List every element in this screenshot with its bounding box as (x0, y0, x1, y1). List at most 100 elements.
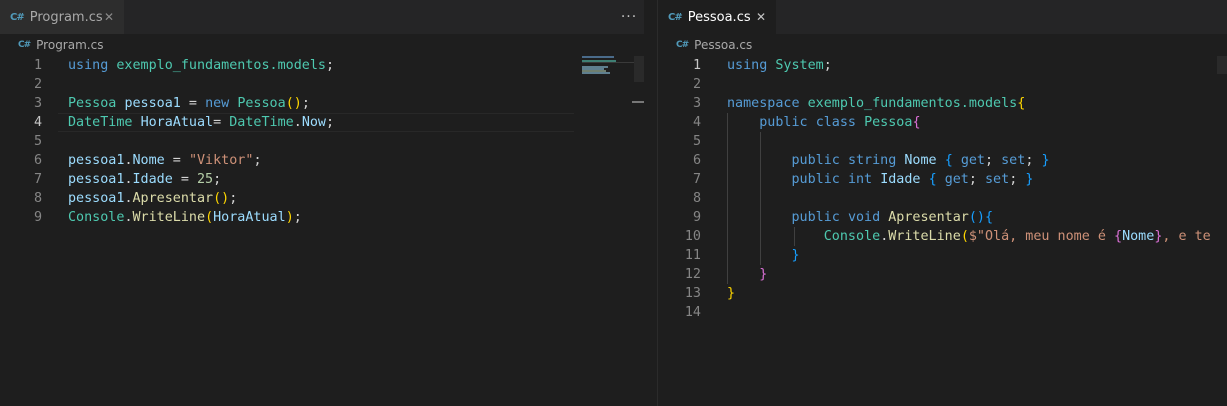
code-line[interactable]: 3 namespace exemplo_fundamentos.models{ (658, 94, 1227, 113)
code-token: ; (253, 153, 262, 168)
code-token: { (1114, 229, 1123, 244)
code-token: , e te (1162, 229, 1211, 244)
line-number: 4 (692, 115, 701, 130)
code-line[interactable]: 11 } (658, 246, 1227, 265)
code-token: Nome (132, 153, 165, 168)
code-token: () (213, 191, 230, 206)
code-line[interactable]: 2 (658, 75, 1227, 94)
code-token: ; (325, 58, 335, 73)
code-line[interactable]: 7 pessoa1.Idade = 25; (0, 170, 644, 189)
code-token: Nome (1122, 229, 1155, 244)
code-line[interactable]: 9 Console.WriteLine(HoraAtual); (0, 208, 644, 227)
code-line[interactable]: 9 public void Apresentar(){ (658, 208, 1227, 227)
breadcrumb-item-file[interactable]: Program.cs (36, 38, 103, 52)
code-line[interactable]: 2 (0, 75, 644, 94)
code-token: () (285, 96, 302, 111)
breadcrumb: C# Pessoa.cs (658, 34, 1227, 56)
code-text: } (727, 246, 800, 265)
code-token: . (124, 191, 133, 206)
code-line[interactable]: 1 using exemplo_fundamentos.models; (0, 56, 644, 75)
scrollbar-track[interactable] (634, 56, 644, 82)
code-line[interactable]: 14 (658, 303, 1227, 322)
csharp-file-icon: C# (676, 40, 689, 50)
code-token: ( (205, 210, 214, 225)
code-token: ( (960, 229, 969, 244)
line-number: 2 (692, 77, 701, 92)
code-editor[interactable]: 1 using System; 2 3 namespace exemplo_fundam… (658, 56, 1227, 322)
code-token: ; (1025, 153, 1042, 168)
code-token: using (68, 58, 109, 73)
code-token: Apresentar (888, 210, 969, 225)
code-line[interactable]: 13} (658, 284, 1227, 303)
code-token: HoraAtual (213, 210, 286, 225)
more-actions-button[interactable]: ··· (614, 0, 644, 34)
code-token: . (124, 172, 133, 187)
code-token: } (727, 286, 736, 301)
close-icon[interactable]: ✕ (756, 10, 766, 24)
line-number: 1 (692, 58, 701, 73)
code-line[interactable]: 7 public int Idade { get; set; } (658, 170, 1227, 189)
code-token: pessoa1 (68, 191, 125, 206)
code-token: Now (301, 115, 326, 130)
tab-label: Program.cs (29, 9, 103, 25)
minimap[interactable] (582, 56, 642, 406)
code-text: public class Pessoa{ (727, 113, 920, 132)
code-token: exemplo_fundamentos.models (807, 96, 1018, 111)
scrollbar-track[interactable] (1217, 56, 1227, 74)
code-line[interactable]: 3 Pessoa pessoa1 = new Pessoa(); (0, 94, 644, 113)
code-line[interactable]: 10 Console.WriteLine($"Olá, meu nome é {… (658, 227, 1227, 246)
code-line[interactable]: 4 public class Pessoa{ (658, 113, 1227, 132)
tab-pessoa-cs[interactable]: C# Pessoa.cs ✕ (658, 0, 776, 34)
code-editor[interactable]: 1 using exemplo_fundamentos.models; 2 3 Pess… (0, 56, 644, 227)
code-token: public (791, 172, 840, 187)
line-number: 5 (692, 134, 701, 149)
code-line[interactable]: 8 (658, 189, 1227, 208)
line-number: 8 (33, 191, 42, 206)
code-token: Idade (880, 172, 921, 187)
code-line[interactable]: 6 pessoa1.Nome = "Viktor"; (0, 151, 644, 170)
split-sash[interactable] (644, 0, 658, 406)
code-text: Console.WriteLine(HoraAtual); (68, 208, 302, 227)
scrollbar-cursor-marker (632, 101, 644, 103)
code-line[interactable]: 4 DateTime HoraAtual= DateTime.Now; (0, 113, 644, 132)
code-token: set (1001, 153, 1026, 168)
code-token: HoraAtual (140, 115, 214, 130)
close-icon[interactable]: ✕ (104, 10, 114, 24)
code-line[interactable]: 6 public string Nome { get; set; } (658, 151, 1227, 170)
code-text: } (727, 265, 767, 284)
code-text: } (727, 284, 735, 303)
code-line[interactable]: 5 (0, 132, 644, 151)
code-line[interactable]: 8 pessoa1.Apresentar(); (0, 189, 644, 208)
code-line[interactable]: 5 (658, 132, 1227, 151)
code-token: namespace (727, 96, 800, 111)
code-token: } (791, 248, 800, 263)
code-token: exemplo_fundamentos.models (116, 58, 326, 73)
code-text: using System; (727, 56, 832, 75)
csharp-file-icon: C# (18, 40, 31, 50)
line-number: 6 (692, 153, 701, 168)
code-text: namespace exemplo_fundamentos.models{ (727, 94, 1025, 113)
breadcrumb-item-file[interactable]: Pessoa.cs (694, 38, 752, 52)
line-number: 1 (33, 58, 42, 73)
code-token: } (1041, 153, 1050, 168)
code-token: Apresentar (132, 191, 214, 206)
code-line[interactable]: 1 using System; (658, 56, 1227, 75)
code-token: Pessoa (237, 96, 286, 111)
code-line[interactable]: 12 } (658, 265, 1227, 284)
code-text: public void Apresentar(){ (727, 208, 994, 227)
code-token: ) (285, 210, 294, 225)
code-token: set (985, 172, 1010, 187)
tab-program-cs[interactable]: C# Program.cs ✕ (0, 0, 124, 34)
code-token: $"Olá, meu nome é (968, 229, 1114, 244)
code-token: . (293, 115, 302, 130)
line-number: 9 (33, 210, 42, 225)
code-token: Idade (132, 172, 173, 187)
